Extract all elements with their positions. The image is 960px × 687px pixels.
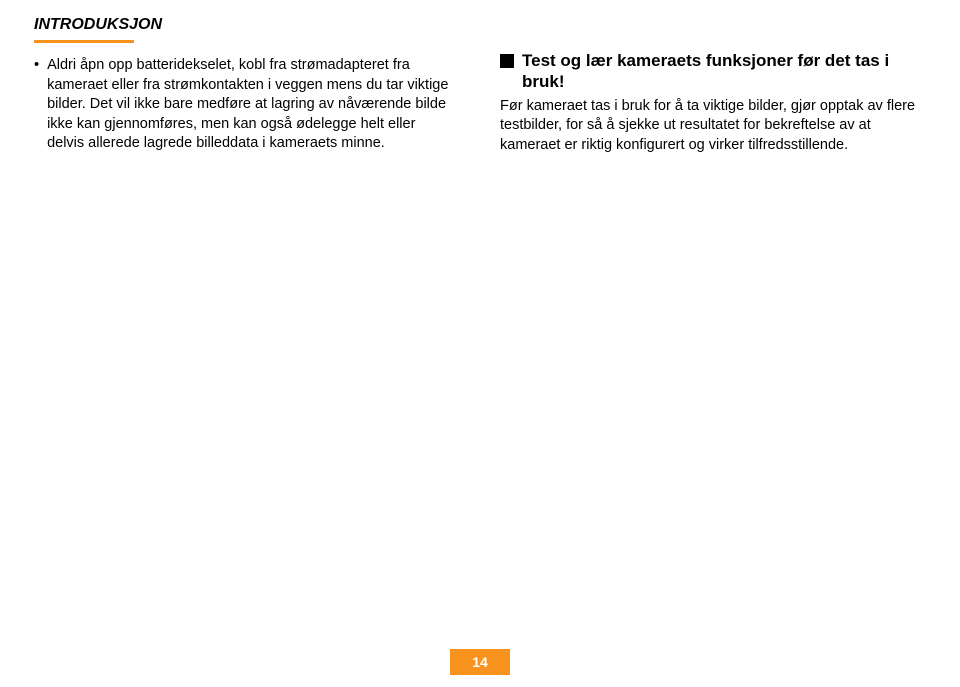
bullet-item: • Aldri åpn opp batteridekselet, kobl fr… — [34, 56, 454, 154]
section-heading-row: Test og lær kameraets funksjoner før det… — [500, 50, 920, 93]
page-number-band: 14 — [450, 649, 510, 675]
footer: 14 — [450, 649, 510, 675]
page-title: INTRODUKSJON — [34, 16, 162, 34]
section-heading: Test og lær kameraets funksjoner før det… — [522, 50, 920, 93]
right-column: Test og lær kameraets funksjoner før det… — [500, 50, 920, 155]
square-icon — [500, 54, 514, 68]
bullet-text: Aldri åpn opp batteridekselet, kobl fra … — [47, 56, 454, 154]
section-body: Før kameraet tas i bruk for å ta viktige… — [500, 97, 920, 156]
bullet-marker: • — [34, 56, 39, 154]
left-column: • Aldri åpn opp batteridekselet, kobl fr… — [34, 56, 454, 154]
page-number: 14 — [472, 654, 488, 670]
title-underline — [34, 40, 134, 43]
